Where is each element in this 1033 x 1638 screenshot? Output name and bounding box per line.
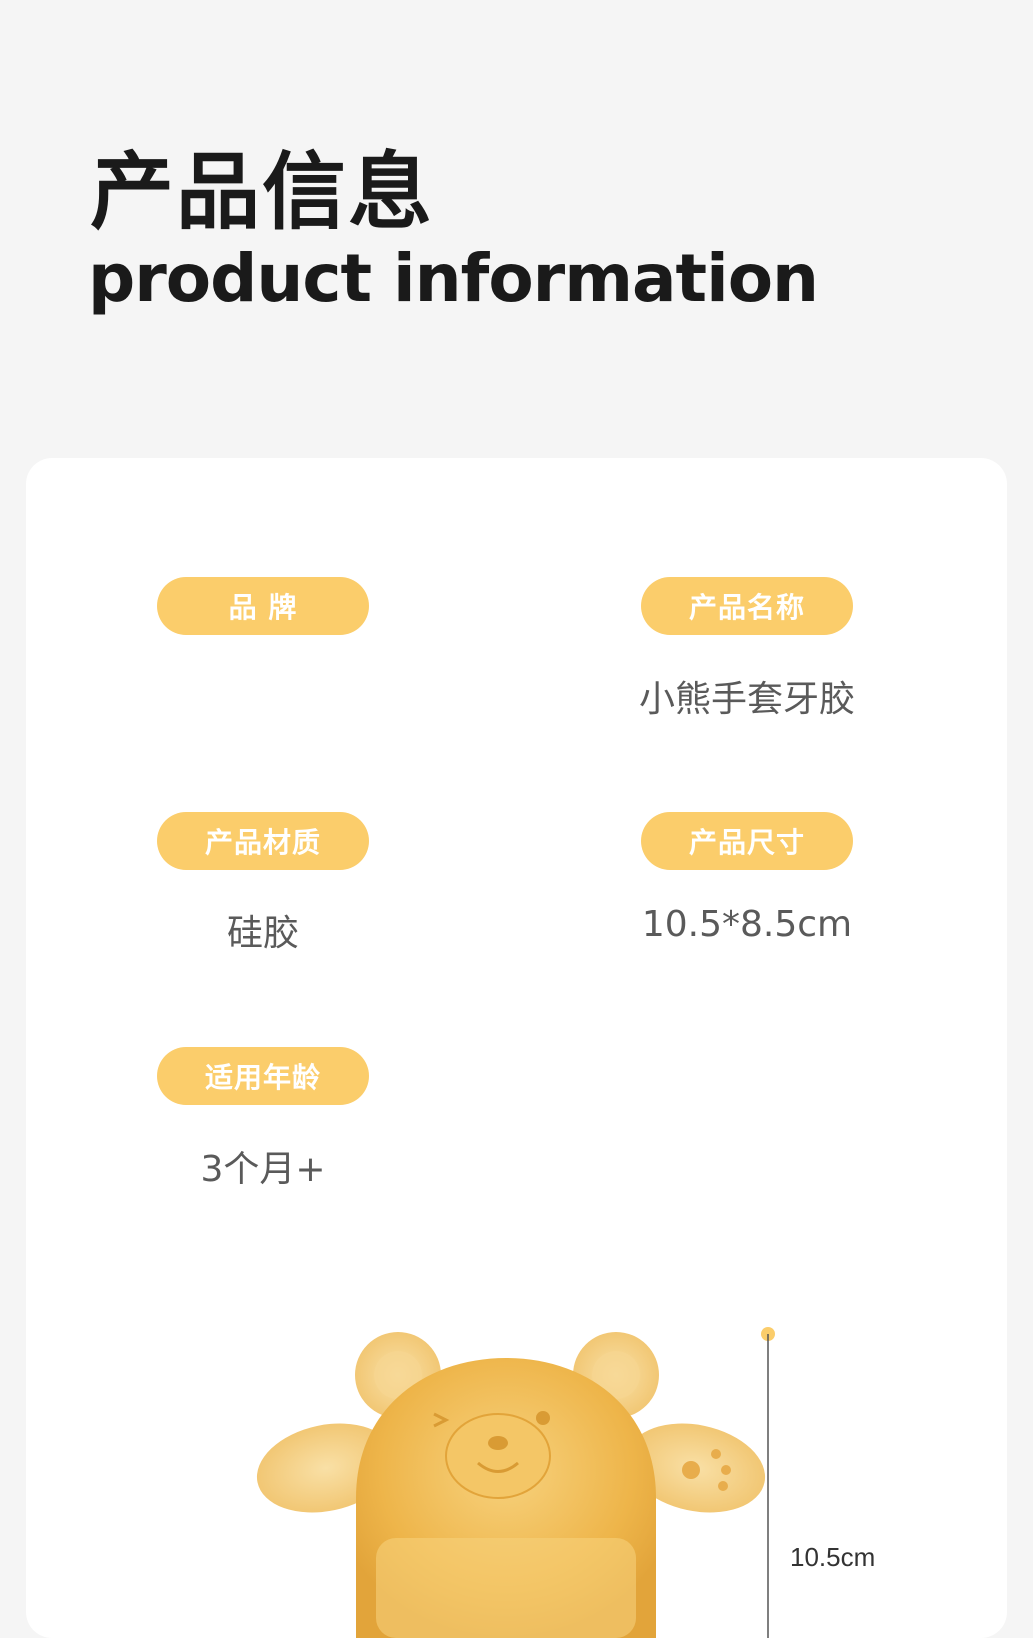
bear-body — [356, 1358, 656, 1638]
info-card: 品 牌 产品名称 小熊手套牙胶 产品材质 硅胶 产品尺寸 10.5*8.5cm … — [26, 458, 1007, 1638]
bear-teether-illustration: 10.5cm — [256, 1327, 875, 1638]
height-dimension-label: 10.5cm — [790, 1542, 875, 1572]
page-subtitle: product information — [88, 240, 819, 317]
page-title: 产品信息 — [90, 143, 435, 241]
